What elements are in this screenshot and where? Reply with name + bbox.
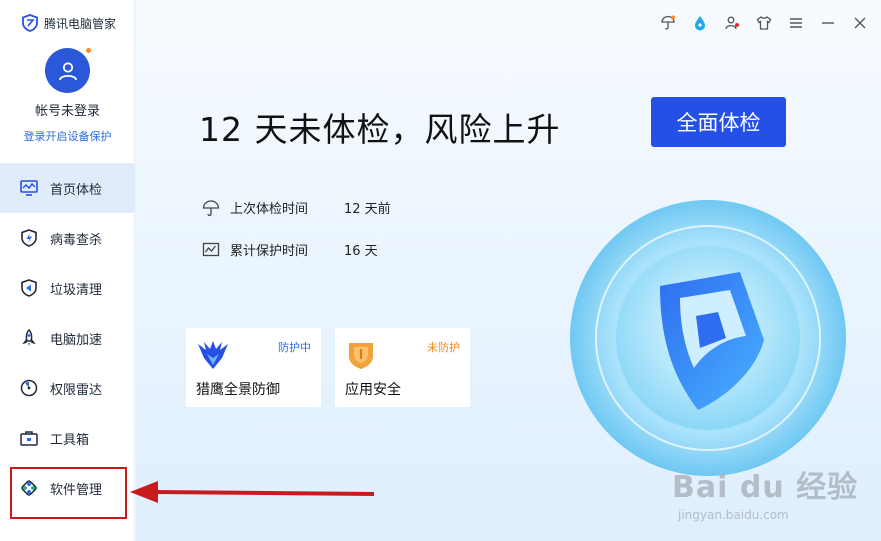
brand: 腾讯电脑管家 — [22, 14, 116, 32]
falcon-icon — [198, 341, 228, 369]
security-shield-graphic — [570, 200, 846, 476]
sidebar-item-toolbox[interactable]: 工具箱 — [0, 413, 135, 463]
watermark-url: jingyan.baidu.com — [678, 508, 789, 522]
status-badge: 防护中 — [278, 341, 311, 354]
app-name: 腾讯电脑管家 — [44, 16, 117, 31]
tencent-pc-manager-logo-icon — [22, 14, 38, 32]
login-link[interactable]: 登录开启设备保护 — [0, 128, 135, 144]
notification-dot — [85, 47, 92, 54]
red-arrow-annotation — [130, 481, 375, 503]
sidebar: 腾讯电脑管家 帐号未登录 登录开启设备保护 首页体检 病毒查杀 垃圾清理 电脑加… — [0, 0, 135, 541]
highlight-box-annotation — [10, 467, 127, 519]
radar-icon — [20, 379, 38, 397]
minimize-icon[interactable] — [819, 14, 837, 32]
title-bar — [659, 14, 869, 32]
app-security-card[interactable]: 未防护 应用安全 — [335, 328, 470, 407]
menu-icon[interactable] — [787, 14, 805, 32]
monitor-icon — [20, 179, 38, 197]
sidebar-item-virus-scan[interactable]: 病毒查杀 — [0, 213, 135, 263]
sidebar-item-label: 病毒查杀 — [50, 232, 103, 248]
sidebar-item-home-checkup[interactable]: 首页体检 — [0, 163, 135, 213]
account-name: 帐号未登录 — [34, 104, 100, 119]
sidebar-item-label: 垃圾清理 — [50, 282, 103, 298]
sidebar-item-label: 权限雷达 — [50, 382, 103, 398]
main-panel: 12 天未体检，风险上升 全面体检 上次体检时间 12 天前 累计保护时间 16… — [136, 0, 881, 541]
page-title: 12 天未体检，风险上升 — [199, 110, 561, 149]
sidebar-item-permission-radar[interactable]: 权限雷达 — [0, 363, 135, 413]
app-shield-icon — [349, 343, 373, 369]
sidebar-item-junk-cleanup[interactable]: 垃圾清理 — [0, 263, 135, 313]
droplet-icon[interactable] — [691, 14, 709, 32]
lightning-shield-icon — [20, 229, 38, 247]
protection-time-value: 16 天 — [344, 244, 378, 259]
watermark: Bai du 经验 jingyan.baidu.com — [672, 462, 858, 522]
user-add-icon[interactable] — [723, 14, 741, 32]
tshirt-icon[interactable] — [755, 14, 773, 32]
full-scan-button[interactable]: 全面体检 — [651, 97, 786, 147]
sidebar-item-label: 电脑加速 — [50, 332, 103, 348]
watermark-text: Bai du 经验 — [672, 470, 859, 505]
falcon-defense-card[interactable]: 防护中 猎鹰全景防御 — [186, 328, 321, 407]
protection-time-label: 累计保护时间 — [230, 244, 309, 259]
protection-time-row: 累计保护时间 16 天 — [202, 240, 378, 259]
sidebar-nav: 首页体检 病毒查杀 垃圾清理 电脑加速 权限雷达 工具箱 软件管理 — [0, 163, 135, 513]
card-title: 猎鹰全景防御 — [196, 382, 280, 398]
last-check-value: 12 天前 — [344, 202, 391, 217]
card-title: 应用安全 — [345, 382, 401, 398]
sidebar-item-label: 工具箱 — [50, 432, 90, 448]
avatar[interactable] — [45, 47, 92, 93]
last-check-label: 上次体检时间 — [230, 202, 309, 217]
status-badge: 未防护 — [427, 341, 460, 354]
rocket-icon — [20, 329, 38, 347]
umbrella-notify-icon[interactable] — [659, 14, 677, 32]
toolbox-icon — [20, 429, 38, 447]
close-icon[interactable] — [851, 14, 869, 32]
sidebar-item-label: 首页体检 — [50, 182, 103, 198]
umbrella-icon — [202, 199, 220, 216]
broom-icon — [20, 279, 38, 297]
chart-icon — [202, 242, 220, 256]
user-icon — [58, 61, 77, 80]
sidebar-item-speedup[interactable]: 电脑加速 — [0, 313, 135, 363]
last-check-row: 上次体检时间 12 天前 — [202, 198, 391, 217]
app-window: 腾讯电脑管家 帐号未登录 登录开启设备保护 首页体检 病毒查杀 垃圾清理 电脑加… — [0, 0, 881, 541]
